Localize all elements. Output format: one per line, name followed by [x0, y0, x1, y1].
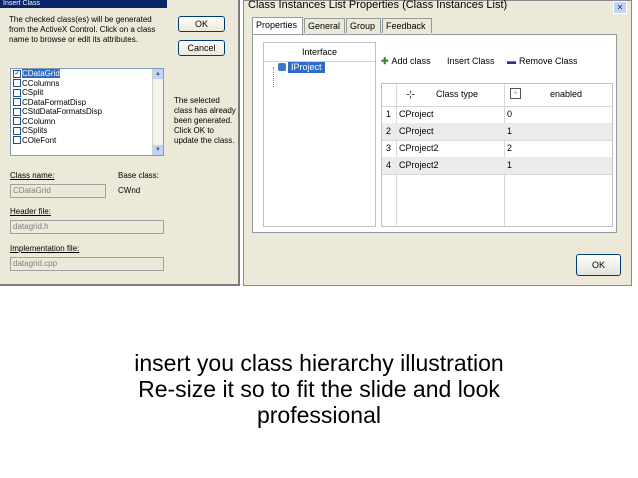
scroll-up-icon[interactable]: ▲	[153, 69, 163, 79]
class-list[interactable]: ✓ CDataGrid CColumns CSplit CDataFormatDi…	[10, 68, 164, 156]
insert-class-button[interactable]: Insert Class	[447, 56, 495, 66]
col-class-type: Class type	[436, 89, 479, 99]
class-list-item[interactable]: CColumn	[11, 117, 163, 127]
slide-caption: insert you class hierarchy illustration …	[60, 350, 578, 428]
interface-icon	[278, 63, 286, 71]
remove-icon: ▬	[507, 56, 516, 66]
header-file-label: Header file:	[10, 207, 51, 216]
tab-properties[interactable]: Properties	[252, 17, 303, 34]
class-list-item[interactable]: COleFont	[11, 136, 163, 146]
caption-line-2: Re-size it so to fit the slide and look	[138, 376, 500, 402]
properties-panel: Interface IProject ✚ Add class Insert Cla…	[252, 34, 617, 233]
grid-header: ⊹ Class type ⁘ enabled	[382, 84, 612, 107]
tree-item-iproject[interactable]: IProject	[288, 62, 325, 73]
tree-line	[273, 67, 275, 87]
table-row[interactable]: 1 CProject 0	[382, 106, 612, 124]
checkbox[interactable]	[13, 88, 21, 97]
table-row[interactable]: 4 CProject2 1	[382, 157, 612, 175]
class-name-label: Class name:	[10, 171, 55, 180]
col-enabled: enabled	[550, 89, 583, 99]
checkbox[interactable]	[13, 136, 21, 145]
properties-dialog: Class Instances List Properties (Class I…	[243, 0, 632, 286]
dialog2-title: Class Instances List Properties (Class I…	[248, 0, 508, 11]
interface-header: Interface	[264, 43, 375, 62]
header-file-field[interactable]: datagrid.h	[10, 220, 164, 234]
table-row[interactable]: 3 CProject2 2	[382, 140, 612, 158]
class-list-item[interactable]: CSplit	[11, 88, 163, 98]
tab-group[interactable]: Group	[346, 18, 381, 33]
add-class-button[interactable]: ✚ Add class	[381, 56, 431, 67]
side-note: The selected class has already been gene…	[174, 96, 236, 145]
checkbox[interactable]	[13, 98, 21, 107]
ok-button[interactable]: OK	[178, 16, 225, 32]
base-class-label: Base class:	[118, 171, 159, 180]
enabled-icon: ⁘	[510, 88, 521, 99]
dialog1-title: Insert Class	[0, 0, 167, 8]
impl-file-label: Implementation file:	[10, 244, 80, 253]
class-list-item[interactable]: ✓ CDataGrid	[11, 69, 163, 79]
base-class-value: CWnd	[118, 186, 141, 195]
table-row[interactable]: 2 CProject 1	[382, 123, 612, 141]
tab-feedback[interactable]: Feedback	[382, 18, 432, 33]
hierarchy-icon: ⊹	[406, 89, 416, 101]
checkbox[interactable]	[13, 107, 21, 116]
impl-file-field[interactable]: datagrid.cpp	[10, 257, 164, 271]
class-list-item[interactable]: CDataFormatDisp	[11, 98, 163, 108]
dialog1-intro: The checked class(es) will be generated …	[9, 15, 156, 44]
checkbox[interactable]	[13, 126, 21, 135]
checkbox-checked[interactable]: ✓	[13, 69, 21, 78]
add-icon: ✚	[381, 56, 389, 66]
list-scrollbar[interactable]: ▲ ▼	[152, 69, 163, 155]
caption-line-3: professional	[256, 402, 382, 428]
caption-line-1: insert you class hierarchy illustration	[134, 350, 504, 376]
checkbox[interactable]	[13, 117, 21, 126]
insert-class-dialog: Insert Class The checked class(es) will …	[0, 0, 240, 286]
class-list-item[interactable]: CSplits	[11, 126, 163, 136]
scroll-down-icon[interactable]: ▼	[153, 145, 163, 155]
class-grid[interactable]: ⊹ Class type ⁘ enabled 1 CProject 0 2 CP…	[381, 83, 613, 227]
close-icon[interactable]: ✕	[613, 1, 627, 14]
class-list-item[interactable]: CColumns	[11, 79, 163, 89]
tab-general[interactable]: General	[304, 18, 345, 33]
class-list-item[interactable]: CStdDataFormatsDisp	[11, 107, 163, 117]
ok-button-properties[interactable]: OK	[576, 254, 621, 276]
interface-tree[interactable]: Interface IProject	[263, 42, 376, 227]
class-name-field[interactable]: CDataGrid	[10, 184, 106, 198]
cancel-button[interactable]: Cancel	[178, 40, 225, 56]
remove-class-button[interactable]: ▬ Remove Class	[507, 56, 578, 66]
checkbox[interactable]	[13, 79, 21, 88]
